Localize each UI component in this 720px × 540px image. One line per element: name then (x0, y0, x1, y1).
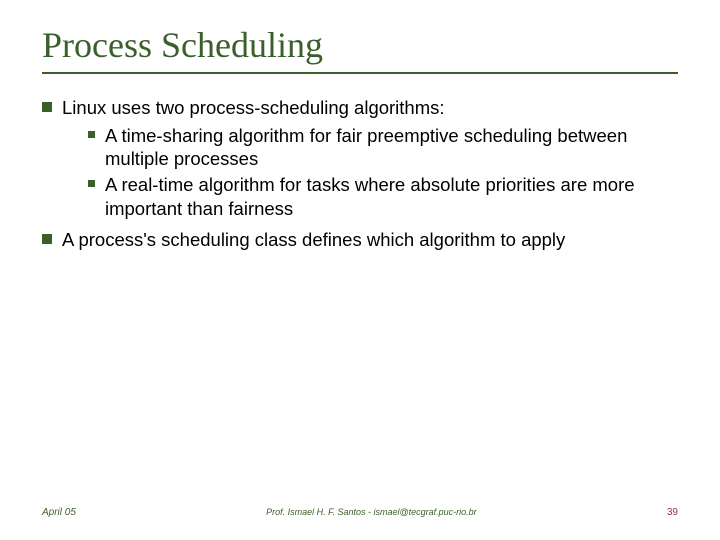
square-bullet-icon (88, 131, 95, 138)
footer-page-number: 39 (667, 507, 678, 518)
square-bullet-icon (42, 102, 52, 112)
square-bullet-icon (42, 234, 52, 244)
sub-bullet-item: A real-time algorithm for tasks where ab… (88, 173, 678, 220)
slide-footer: April 05 Prof. Ismael H. F. Santos - ism… (0, 507, 720, 518)
bullet-text: A process's scheduling class defines whi… (62, 228, 565, 252)
slide-content: Linux uses two process-scheduling algori… (42, 96, 678, 252)
footer-date: April 05 (42, 507, 76, 518)
sub-list: A time-sharing algorithm for fair preemp… (42, 124, 678, 221)
slide: Process Scheduling Linux uses two proces… (0, 0, 720, 540)
sub-bullet-text: A time-sharing algorithm for fair preemp… (105, 124, 678, 171)
bullet-item: Linux uses two process-scheduling algori… (42, 96, 678, 120)
bullet-item: A process's scheduling class defines whi… (42, 228, 678, 252)
footer-author: Prof. Ismael H. F. Santos - ismael@tecgr… (76, 507, 667, 517)
sub-bullet-text: A real-time algorithm for tasks where ab… (105, 173, 678, 220)
bullet-text: Linux uses two process-scheduling algori… (62, 96, 445, 120)
sub-bullet-item: A time-sharing algorithm for fair preemp… (88, 124, 678, 171)
slide-title: Process Scheduling (42, 24, 678, 74)
square-bullet-icon (88, 180, 95, 187)
